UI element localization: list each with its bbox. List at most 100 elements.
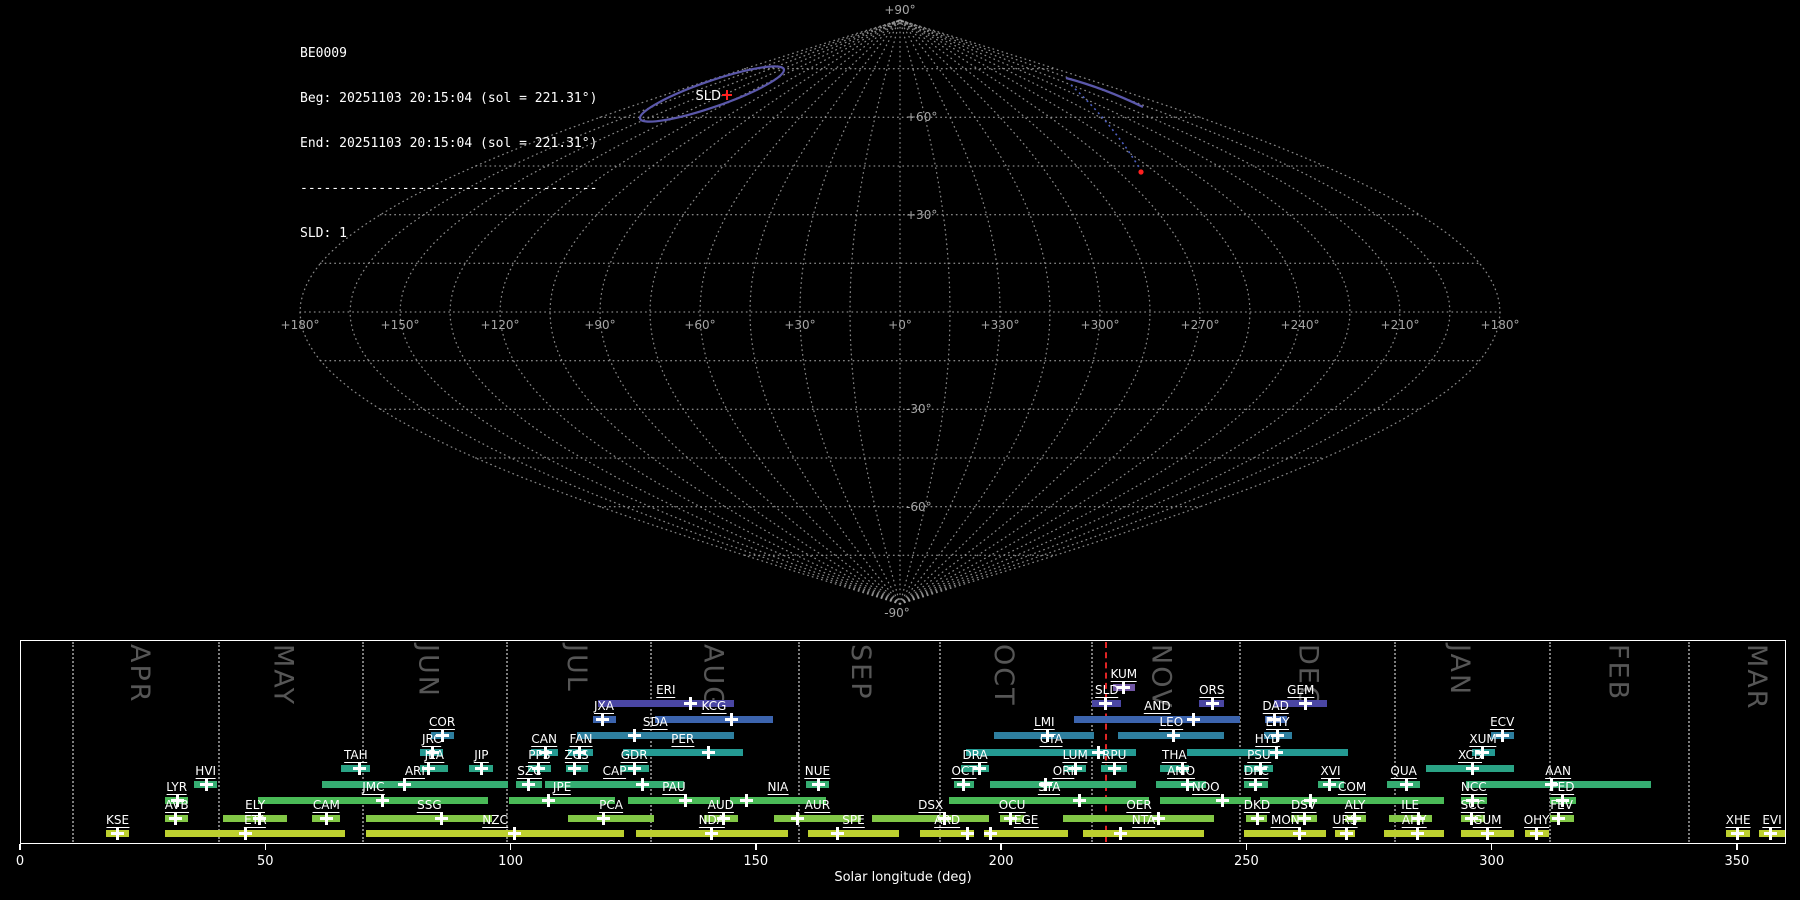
shower-peak-AHY xyxy=(1411,827,1425,840)
shower-label-DKD: DKD xyxy=(1243,798,1271,813)
shower-label-CTA: CTA xyxy=(1039,732,1063,747)
shower-label-CAP: CAP xyxy=(602,764,627,779)
shower-peak-QUA xyxy=(1400,778,1414,791)
shower-label-JMC: JMC xyxy=(362,780,385,795)
shower-label-EVI: EVI xyxy=(1762,813,1782,828)
shower-label-STA: STA xyxy=(1038,780,1061,795)
shower-label-XVI: XVI xyxy=(1320,764,1341,779)
shower-bar-NOO xyxy=(1160,797,1252,804)
shower-peak-HVI xyxy=(199,778,213,791)
shower-label-NDA: NDA xyxy=(698,813,725,828)
shower-peak-NDA xyxy=(705,827,719,840)
shower-label-CAN: CAN xyxy=(531,732,557,747)
shower-peak-JMC xyxy=(376,794,389,807)
shower-label-TAH: TAH xyxy=(343,748,368,763)
shower-label-FAN: FAN xyxy=(569,732,593,747)
shower-label-LYR: LYR xyxy=(166,780,188,795)
activity-chart: Solar longitude (deg) APR MAY JUN JUL AUG SEP… xyxy=(0,0,1800,900)
shower-label-EGE: EGE xyxy=(1013,813,1039,828)
shower-peak-JPE xyxy=(542,794,556,807)
shower-bar-ARI xyxy=(322,781,508,788)
shower-label-OCU: OCU xyxy=(998,798,1026,813)
shower-label-ALY: ALY xyxy=(1344,798,1366,813)
month-label-SEP: SEP xyxy=(844,644,876,701)
shower-peak-ETA xyxy=(238,827,252,840)
shower-label-KCG: KCG xyxy=(701,699,727,714)
shower-peak-SLD xyxy=(1099,697,1113,710)
shower-label-HYD: HYD xyxy=(1254,732,1281,747)
month-label-MAY: MAY xyxy=(267,644,299,707)
shower-peak-PCA xyxy=(597,812,611,825)
shower-peak-KUM xyxy=(1116,681,1130,694)
shower-peak-SZC xyxy=(522,778,536,791)
shower-label-XUM: XUM xyxy=(1469,732,1497,747)
shower-peak-CAP xyxy=(636,778,649,791)
shower-label-AVB: AVB xyxy=(164,798,189,813)
shower-peak-NOO xyxy=(1215,794,1229,807)
shower-peak-JIP xyxy=(475,762,489,775)
shower-peak-XCB xyxy=(1466,762,1479,775)
x-tick-150 xyxy=(755,844,757,850)
shower-peak-DKD xyxy=(1250,812,1264,825)
shower-bar-DSX xyxy=(872,815,990,822)
shower-label-KUM: KUM xyxy=(1110,667,1138,682)
shower-peak-JXA xyxy=(596,713,610,726)
shower-peak-GDR xyxy=(628,762,642,775)
x-tick-label-300: 300 xyxy=(1479,854,1505,869)
shower-label-PCA: PCA xyxy=(599,798,624,813)
shower-label-JXA: JXA xyxy=(594,699,614,714)
shower-label-KSE: KSE xyxy=(106,813,130,828)
month-separator xyxy=(649,642,652,842)
shower-label-DSV: DSV xyxy=(1290,798,1317,813)
shower-label-SZC: SZC xyxy=(517,764,542,779)
shower-bar-ETA xyxy=(165,830,346,837)
shower-bar-PCA xyxy=(568,815,654,822)
shower-label-DSX: DSX xyxy=(918,798,944,813)
shower-label-JEA: JEA xyxy=(424,748,444,763)
shower-bar-PAU xyxy=(627,797,720,804)
shower-peak-AVB xyxy=(168,812,182,825)
shower-peak-ECV xyxy=(1496,729,1509,742)
shower-label-DRA: DRA xyxy=(962,748,988,763)
x-tick-350 xyxy=(1736,844,1738,850)
x-tick-label-50: 50 xyxy=(257,854,274,869)
shower-peak-NZC xyxy=(508,827,521,840)
month-label-JUL: JUL xyxy=(560,644,592,693)
shower-peak-HYD xyxy=(1269,746,1283,759)
shower-peak-SSG xyxy=(434,812,448,825)
shower-label-CAM: CAM xyxy=(312,798,340,813)
shower-peak-ERI xyxy=(684,697,698,710)
shower-label-HVI: HVI xyxy=(195,764,217,779)
x-tick-0 xyxy=(19,844,21,850)
shower-label-SLD: SLD xyxy=(1095,683,1119,698)
shower-label-ILE: ILE xyxy=(1401,798,1420,813)
shower-label-PSU: PSU xyxy=(1247,748,1271,763)
shower-label-SSG: SSG xyxy=(417,798,442,813)
shower-label-SDA: SDA xyxy=(642,715,668,730)
shower-label-NCC: NCC xyxy=(1460,780,1487,795)
shower-label-JPE: JPE xyxy=(552,780,572,795)
shower-label-NTA: NTA xyxy=(1131,813,1156,828)
shower-bar-ORI xyxy=(990,781,1137,788)
shower-peak-ARD xyxy=(960,827,974,840)
shower-bar-JMC xyxy=(258,797,489,804)
month-separator xyxy=(362,642,365,842)
shower-label-FED: FED xyxy=(1550,780,1575,795)
shower-peak-ZCS xyxy=(568,762,582,775)
x-tick-label-350: 350 xyxy=(1724,854,1750,869)
shower-peak-KSE xyxy=(110,827,124,840)
month-separator xyxy=(1238,642,1241,842)
shower-peak-GEM xyxy=(1298,697,1312,710)
shower-label-NZC: NZC xyxy=(482,813,508,828)
shower-peak-AUR xyxy=(790,812,804,825)
shower-label-LMI: LMI xyxy=(1034,715,1055,730)
shower-label-RPU: RPU xyxy=(1102,748,1127,763)
month-label-OCT: OCT xyxy=(988,644,1020,707)
shower-label-ETA: ETA xyxy=(244,813,267,828)
shower-label-ORS: ORS xyxy=(1199,683,1225,698)
shower-label-AND: AND xyxy=(1144,699,1171,714)
month-label-FEB: FEB xyxy=(1602,644,1634,702)
shower-label-PAU: PAU xyxy=(662,780,686,795)
shower-label-SPE: SPE xyxy=(842,813,865,828)
shower-label-GDR: GDR xyxy=(620,748,648,763)
